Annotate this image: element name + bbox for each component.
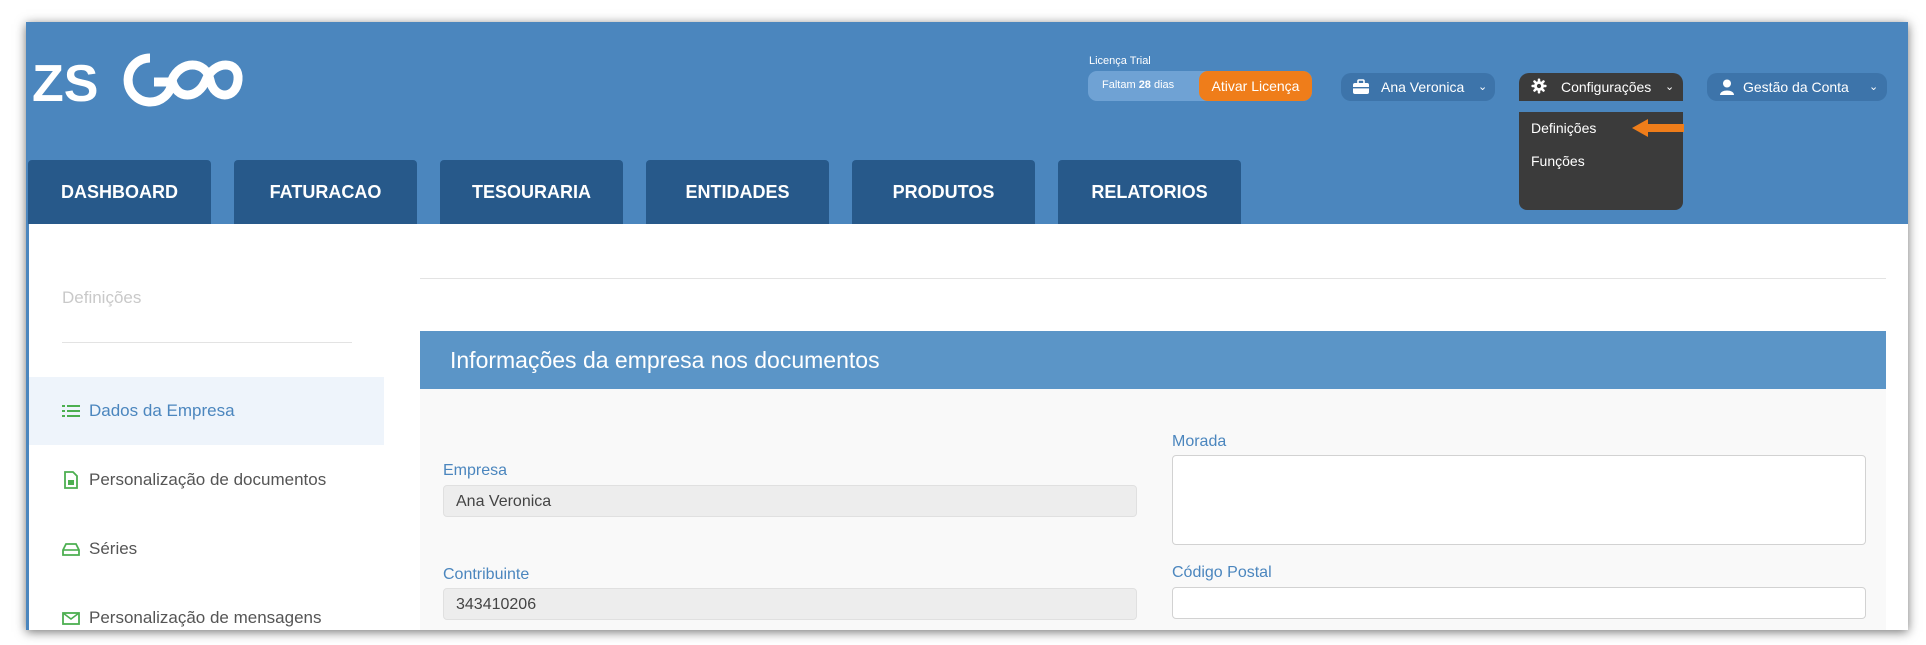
tab-relatorios[interactable]: RELATORIOS: [1058, 160, 1241, 224]
arrow-left-icon: [1632, 119, 1684, 137]
app-window: ZS Licença Trial Faltam 28 dias Ativar L…: [26, 22, 1908, 630]
list-icon: [62, 405, 80, 417]
company-switcher[interactable]: Ana Veronica ⌄: [1341, 73, 1495, 101]
panel-title: Informações da empresa nos documentos: [450, 347, 880, 373]
user-icon: [1720, 79, 1734, 95]
chevron-down-icon: ⌄: [1665, 81, 1675, 93]
settings-sidebar: Definições Dados da Empresa Personalizaç…: [26, 224, 387, 630]
sidebar-item-personalizacao-mensagens[interactable]: Personalização de mensagens: [29, 584, 384, 630]
configuracoes-label: Configurações: [1561, 79, 1652, 95]
configuracoes-menu[interactable]: Configurações ⌄: [1519, 73, 1683, 101]
codigo-postal-field[interactable]: [1172, 587, 1866, 619]
activate-license-button[interactable]: Ativar Licença: [1199, 71, 1312, 101]
briefcase-icon: [1353, 79, 1369, 94]
menu-item-funcoes[interactable]: Funções: [1531, 153, 1585, 169]
tab-tesouraria[interactable]: TESOURARIA: [440, 160, 623, 224]
account-menu[interactable]: Gestão da Conta ⌄: [1707, 73, 1887, 101]
panel-header: Informações da empresa nos documentos: [420, 331, 1886, 389]
empresa-label: Empresa: [443, 462, 508, 479]
sidebar-item-personalizacao-documentos[interactable]: Personalização de documentos: [29, 446, 384, 514]
sidebar-item-dados-empresa[interactable]: Dados da Empresa: [29, 377, 384, 445]
license-status: Faltam 28 dias Ativar Licença: [1088, 71, 1312, 101]
tab-entidades[interactable]: ENTIDADES: [646, 160, 829, 224]
top-bar: ZS Licença Trial Faltam 28 dias Ativar L…: [26, 22, 1908, 224]
morada-label: Morada: [1172, 433, 1227, 450]
tab-produtos[interactable]: PRODUTOS: [852, 160, 1035, 224]
tray-icon: [62, 543, 80, 556]
document-icon: [64, 471, 78, 489]
license-days-remaining: Faltam 28 dias: [1102, 79, 1175, 91]
sidebar-item-label: Séries: [89, 539, 138, 558]
divider: [62, 342, 352, 343]
sidebar-item-label: Dados da Empresa: [89, 401, 235, 420]
tab-faturacao[interactable]: FATURACAO: [234, 160, 417, 224]
tab-dashboard[interactable]: DASHBOARD: [28, 160, 211, 224]
sidebar-title: Definições: [62, 288, 142, 307]
svg-text:ZS: ZS: [32, 55, 98, 110]
empresa-field[interactable]: Ana Veronica: [443, 485, 1137, 517]
account-menu-label: Gestão da Conta: [1743, 79, 1849, 95]
divider: [420, 278, 1886, 279]
gear-icon: [1531, 78, 1547, 94]
sidebar-item-series[interactable]: Séries: [29, 515, 384, 583]
sidebar-item-label: Personalização de documentos: [89, 470, 327, 489]
envelope-icon: [62, 612, 80, 625]
chevron-down-icon: ⌄: [1869, 81, 1879, 93]
contribuinte-field[interactable]: 343410206: [443, 588, 1137, 620]
codigo-postal-label: Código Postal: [1172, 564, 1272, 581]
morada-field[interactable]: [1172, 455, 1866, 545]
menu-item-definicoes[interactable]: Definições: [1531, 120, 1596, 136]
sidebar-item-label: Personalização de mensagens: [89, 608, 322, 627]
license-label: Licença Trial: [1089, 55, 1151, 67]
zs-go-logo[interactable]: ZS: [30, 50, 244, 110]
chevron-down-icon: ⌄: [1478, 81, 1488, 93]
contribuinte-label: Contribuinte: [443, 566, 530, 583]
company-info-form: Empresa Ana Veronica Contribuinte 343410…: [420, 389, 1886, 630]
company-switcher-label: Ana Veronica: [1381, 79, 1465, 95]
